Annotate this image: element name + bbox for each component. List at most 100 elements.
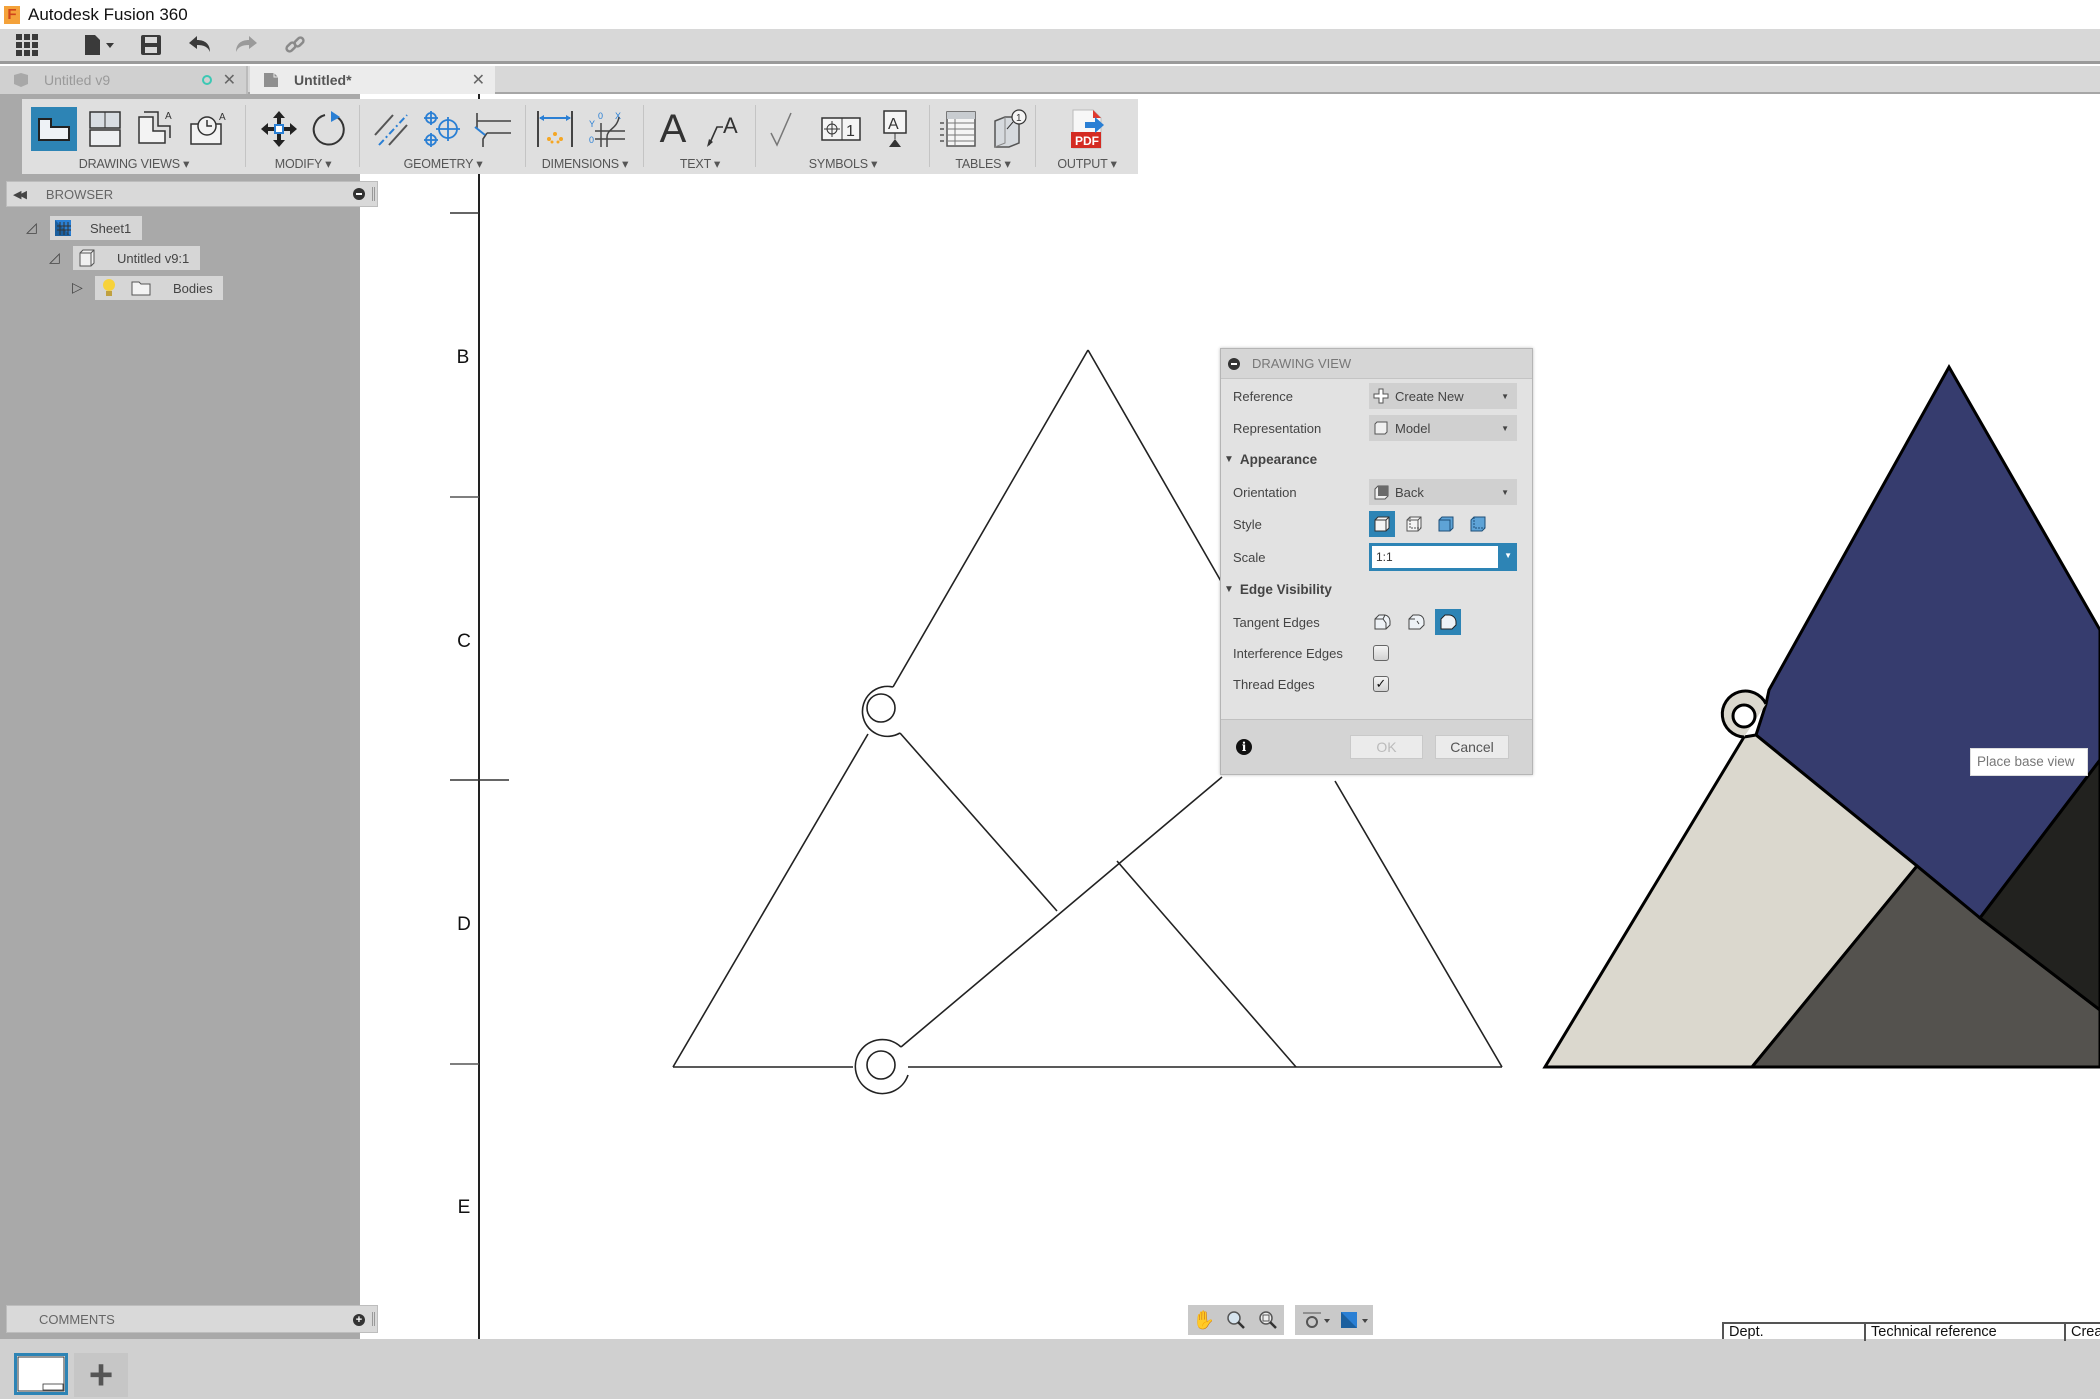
- ribbon-group-dimensions: Y0X0 DIMENSIONS ▾: [526, 99, 644, 174]
- reference-dropdown[interactable]: Create New ▼: [1369, 383, 1517, 409]
- table-button[interactable]: [936, 107, 982, 151]
- minimize-icon[interactable]: [353, 188, 365, 200]
- detail-view-button[interactable]: A: [184, 107, 230, 151]
- tab-untitled-v9[interactable]: Untitled v9 ✕: [0, 66, 248, 94]
- style-shaded-hidden-button[interactable]: [1465, 511, 1491, 537]
- document-settings-button[interactable]: [1299, 1308, 1333, 1332]
- dialog-header[interactable]: DRAWING VIEW: [1221, 349, 1532, 379]
- expand-toggle-sheet1[interactable]: ◿: [26, 219, 37, 236]
- drawing-view-dialog: DRAWING VIEW Reference Create New ▼ Repr…: [1220, 348, 1533, 775]
- folder-icon: [131, 281, 151, 296]
- datum-identifier-button[interactable]: A: [872, 107, 918, 151]
- pdf-export-button[interactable]: PDF: [1064, 107, 1110, 151]
- sheet-thumbnail[interactable]: [14, 1353, 68, 1395]
- fit-button[interactable]: [1256, 1308, 1280, 1332]
- section-view-button[interactable]: A: [132, 107, 178, 151]
- chevron-down-icon[interactable]: ▼: [1504, 551, 1512, 560]
- svg-text:0: 0: [598, 111, 603, 121]
- ribbon-group-label[interactable]: GEOMETRY ▾: [360, 156, 526, 171]
- dimension-button[interactable]: [532, 107, 578, 151]
- representation-dropdown[interactable]: Model ▼: [1369, 415, 1517, 441]
- tab-label: Untitled*: [294, 72, 352, 88]
- browser-node-bodies[interactable]: Bodies: [95, 276, 223, 300]
- file-menu-button[interactable]: [82, 30, 116, 60]
- rotate-button[interactable]: [306, 107, 352, 151]
- style-hidden-edges-button[interactable]: [1401, 511, 1427, 537]
- undo-button[interactable]: [186, 30, 212, 60]
- ribbon-group-label[interactable]: OUTPUT ▾: [1036, 156, 1138, 171]
- scale-combobox[interactable]: 1:1 ▼: [1369, 543, 1517, 571]
- ok-button[interactable]: OK: [1350, 735, 1423, 759]
- save-button[interactable]: [138, 30, 164, 60]
- ribbon-group-label[interactable]: DIMENSIONS ▾: [526, 156, 644, 171]
- ordinate-dimension-button[interactable]: Y0X0: [584, 107, 630, 151]
- zoom-window-button[interactable]: [1224, 1308, 1248, 1332]
- tangent-edges-short-button[interactable]: [1403, 609, 1429, 635]
- style-shaded-button[interactable]: [1433, 511, 1459, 537]
- zone-label-c: C: [457, 631, 471, 652]
- expand-toggle-bodies[interactable]: ▷: [72, 279, 83, 296]
- centerline-button[interactable]: [368, 107, 414, 151]
- rotate-icon: [312, 111, 345, 146]
- move-icon: [261, 111, 297, 147]
- scale-input[interactable]: 1:1: [1372, 546, 1498, 568]
- info-icon[interactable]: i: [1236, 739, 1252, 755]
- leader-button[interactable]: A: [700, 107, 746, 151]
- center-mark-button[interactable]: [418, 107, 464, 151]
- add-sheet-button[interactable]: +: [74, 1351, 128, 1398]
- orientation-label: Orientation: [1233, 484, 1297, 500]
- base-view-button[interactable]: [31, 107, 77, 151]
- collapse-panel-icon[interactable]: ◀◀: [13, 188, 27, 201]
- ribbon-group-tables: 1 TABLES ▾: [930, 99, 1036, 174]
- ribbon-group-label[interactable]: TEXT ▾: [644, 156, 756, 171]
- add-comment-icon[interactable]: +: [353, 1314, 365, 1326]
- collapse-dialog-icon[interactable]: [1228, 357, 1240, 370]
- model-cube-icon: [1374, 421, 1388, 435]
- ribbon-grip[interactable]: [8, 102, 22, 172]
- expand-toggle-component[interactable]: ◿: [49, 249, 60, 266]
- tangent-edges-off-button[interactable]: [1435, 609, 1461, 635]
- tangent-edges-full-button[interactable]: [1369, 609, 1395, 635]
- feature-control-frame-icon: 1: [821, 117, 861, 141]
- sheet-settings-button[interactable]: [1337, 1308, 1371, 1332]
- ribbon-group-label[interactable]: MODIFY ▾: [246, 156, 360, 171]
- data-panel-button[interactable]: [14, 30, 40, 60]
- move-button[interactable]: [256, 107, 302, 151]
- link-icon: [285, 36, 305, 53]
- chevron-down-icon: ▼: [1501, 487, 1509, 497]
- ribbon-group-symbols: 1 A SYMBOLS ▾: [756, 99, 930, 174]
- visibility-lightbulb-icon[interactable]: [101, 278, 117, 298]
- redo-button[interactable]: [234, 30, 260, 60]
- cancel-button[interactable]: Cancel: [1435, 735, 1509, 759]
- sheet-preview-icon: [17, 1356, 65, 1392]
- ribbon-group-label[interactable]: DRAWING VIEWS ▾: [22, 156, 246, 171]
- orientation-dropdown[interactable]: Back ▼: [1369, 479, 1517, 505]
- edge-extension-button[interactable]: [470, 107, 516, 151]
- edge-visibility-section-toggle[interactable]: ▼ Edge Visibility: [1224, 577, 1332, 601]
- thread-edges-checkbox[interactable]: ✓: [1373, 676, 1389, 692]
- projected-view-button[interactable]: [82, 107, 128, 151]
- ribbon-group-modify: MODIFY ▾: [246, 99, 360, 174]
- appearance-label: Appearance: [1239, 451, 1318, 467]
- close-icon[interactable]: ✕: [223, 70, 236, 90]
- feature-control-frame-button[interactable]: 1: [818, 107, 864, 151]
- browser-node-sheet1[interactable]: Sheet1: [50, 216, 142, 240]
- ribbon-group-label[interactable]: SYMBOLS ▾: [756, 156, 930, 171]
- tab-untitled-drawing[interactable]: Untitled* ✕: [250, 66, 495, 94]
- balloon-button[interactable]: 1: [986, 107, 1032, 151]
- style-visible-edges-button[interactable]: [1369, 511, 1395, 537]
- sync-status-icon: [202, 75, 212, 85]
- browser-node-untitled-v9-1[interactable]: Untitled v9:1: [73, 246, 200, 270]
- browser-panel-header: ◀◀ BROWSER: [6, 181, 378, 207]
- interference-edges-checkbox[interactable]: [1373, 645, 1389, 661]
- svg-text:A: A: [723, 113, 738, 138]
- link-button[interactable]: [282, 30, 308, 60]
- surface-texture-button[interactable]: [762, 107, 808, 151]
- ribbon-group-label[interactable]: TABLES ▾: [930, 156, 1036, 171]
- appearance-section-toggle[interactable]: ▼ Appearance: [1224, 447, 1317, 471]
- text-button[interactable]: A: [650, 107, 696, 151]
- panel-grip[interactable]: [372, 1312, 375, 1326]
- pan-button[interactable]: ✋: [1192, 1308, 1216, 1332]
- close-icon[interactable]: ✕: [472, 70, 485, 90]
- panel-grip[interactable]: [372, 187, 375, 201]
